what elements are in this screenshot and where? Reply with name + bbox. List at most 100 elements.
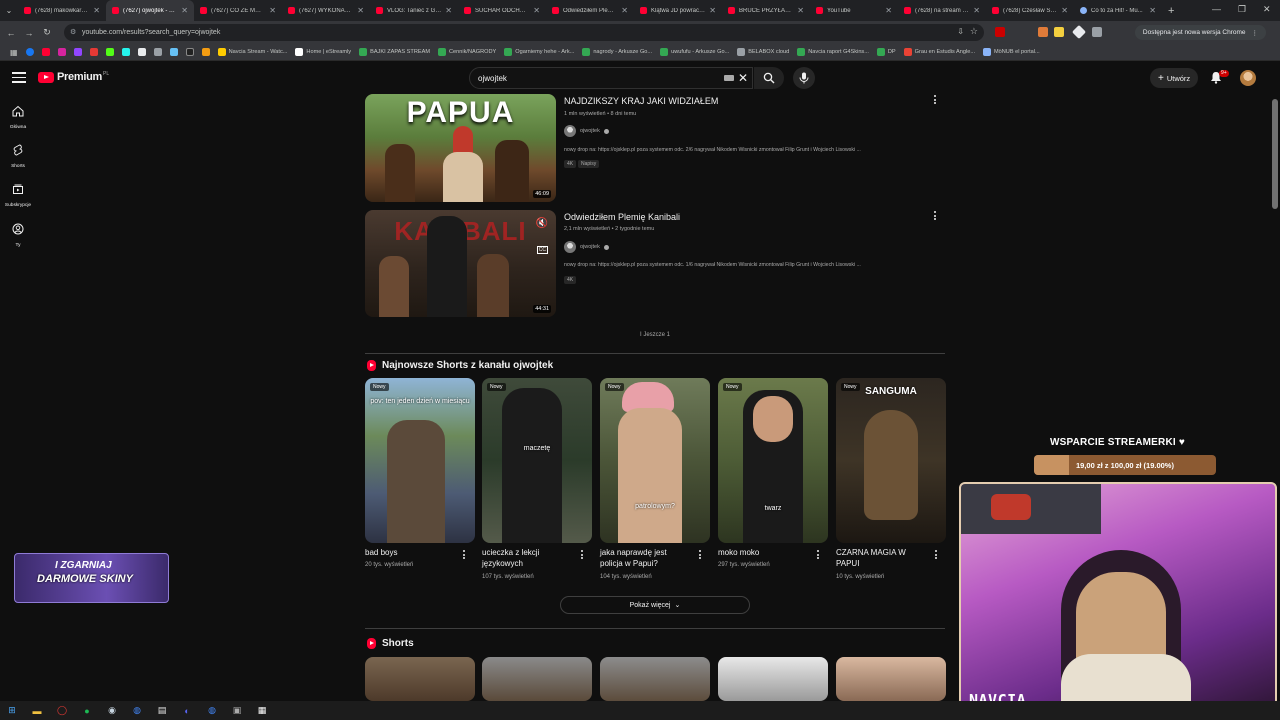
app-icon[interactable]: ▣ bbox=[231, 705, 243, 717]
search-button[interactable] bbox=[754, 67, 784, 89]
short-title[interactable]: bad boys bbox=[365, 547, 455, 558]
back-button[interactable]: ← bbox=[4, 28, 18, 38]
short-more-actions-icon[interactable] bbox=[698, 550, 702, 560]
bookmark-orange-icon[interactable] bbox=[198, 48, 214, 56]
tab-close-icon[interactable]: ✕ bbox=[445, 6, 452, 15]
file-explorer-icon[interactable]: ▬ bbox=[31, 705, 43, 717]
browser-tab[interactable]: (7628) Czesław Spi... ✕ bbox=[986, 0, 1074, 21]
maximize-button[interactable]: ❐ bbox=[1238, 4, 1246, 15]
bookmark-item[interactable]: BAJKI ZAPAS STREAM bbox=[355, 48, 434, 56]
browser-tab[interactable]: (7627) ojwojtek - Yo... ✕ bbox=[106, 0, 194, 21]
short-title[interactable]: CZARNA MAGIA W PAPUI bbox=[836, 547, 926, 569]
obs-icon[interactable]: ▤ bbox=[156, 705, 168, 717]
browser-tab[interactable]: (7627) CO ZE MNA... ✕ bbox=[194, 0, 282, 21]
apps-grid-icon[interactable]: ▦ bbox=[6, 48, 22, 57]
browser-tab[interactable]: Co to za Hit! - Mu... ✕ bbox=[1074, 0, 1162, 21]
short-card[interactable] bbox=[718, 657, 828, 701]
browser-tab[interactable]: SUCHAR ODCHOD... ✕ bbox=[458, 0, 546, 21]
bookmark-item[interactable]: uwufufu - Arkusze Go... bbox=[656, 48, 733, 56]
short-more-actions-icon[interactable] bbox=[816, 550, 820, 560]
video-thumbnail[interactable]: KANIBALI 🔇 CC 44:31 bbox=[365, 210, 556, 317]
chrome-update-button[interactable]: Dostępna jest nowa wersja Chrome ⋮ bbox=[1134, 25, 1266, 40]
guide-item-home[interactable]: Główna bbox=[0, 104, 36, 130]
search-input[interactable]: ojwojtek bbox=[469, 67, 753, 89]
reload-button[interactable]: ↻ bbox=[40, 27, 54, 38]
short-more-actions-icon[interactable] bbox=[462, 550, 466, 560]
show-more-button[interactable]: Pokaż więcej ⌄ bbox=[560, 596, 750, 614]
closed-captions-icon[interactable]: CC bbox=[536, 246, 548, 254]
voice-search-button[interactable] bbox=[793, 67, 815, 89]
minimize-button[interactable]: — bbox=[1212, 4, 1221, 14]
more-results-link[interactable]: I Jeszcze 1 bbox=[640, 332, 670, 338]
browser-tab[interactable]: VLOG: Taniec z Gw... ✕ bbox=[370, 0, 458, 21]
short-card[interactable]: Nowy twarz bbox=[718, 378, 828, 543]
browser-tab[interactable]: (7627) WYKONALE... ✕ bbox=[282, 0, 370, 21]
more-actions-icon[interactable] bbox=[933, 211, 937, 221]
browser-tab[interactable]: (7628) na stream -... ✕ bbox=[898, 0, 986, 21]
short-title[interactable]: ucieczka z lekcji językowych bbox=[482, 547, 572, 569]
close-window-button[interactable]: ✕ bbox=[1263, 4, 1271, 15]
browser-tab[interactable]: YouTube ✕ bbox=[810, 0, 898, 21]
tab-close-icon[interactable]: ✕ bbox=[269, 6, 276, 15]
short-card[interactable]: Nowy SANGUMA bbox=[836, 378, 946, 543]
account-avatar[interactable] bbox=[1240, 70, 1256, 86]
short-card[interactable] bbox=[482, 657, 592, 701]
extension-yellow-icon[interactable] bbox=[1054, 27, 1064, 37]
address-bar[interactable]: ⚙ youtube.com/results?search_query=ojwoj… bbox=[64, 24, 984, 41]
install-app-icon[interactable]: ⇩ bbox=[957, 27, 964, 36]
extension-pencil-icon[interactable] bbox=[1038, 27, 1048, 37]
bookmark-item[interactable]: Navcia raport G4Skins... bbox=[793, 48, 873, 56]
bookmark-steam-icon[interactable] bbox=[166, 48, 182, 56]
guide-item-you[interactable]: Ty bbox=[0, 222, 36, 248]
tab-search-icon[interactable]: ⌄ bbox=[0, 6, 18, 15]
tab-close-icon[interactable]: ✕ bbox=[93, 6, 100, 15]
site-info-icon[interactable]: ⚙ bbox=[70, 28, 76, 36]
short-title[interactable]: jaka naprawdę jest policja w Papui? bbox=[600, 547, 690, 569]
short-card[interactable]: Nowy pov: ten jeden dzień w miesiącu bbox=[365, 378, 475, 543]
tab-close-icon[interactable]: ✕ bbox=[797, 6, 804, 15]
tab-close-icon[interactable]: ✕ bbox=[1149, 6, 1156, 15]
short-card[interactable] bbox=[365, 657, 475, 701]
keyboard-icon[interactable] bbox=[724, 75, 734, 81]
short-card[interactable]: Nowy patrolowym? bbox=[600, 378, 710, 543]
bookmark-facebook-icon[interactable] bbox=[22, 48, 38, 56]
bookmark-download-icon[interactable] bbox=[150, 48, 166, 56]
page-scrollbar[interactable] bbox=[1272, 99, 1278, 209]
spotify-icon[interactable]: ● bbox=[81, 705, 93, 717]
bookmark-twitch-icon[interactable] bbox=[70, 48, 86, 56]
bookmark-star-icon[interactable]: ☆ bbox=[970, 26, 978, 37]
browser-tab[interactable]: Klątwa JD powraca... ✕ bbox=[634, 0, 722, 21]
bookmark-item[interactable]: DP bbox=[873, 48, 900, 56]
clear-search-icon[interactable]: ✕ bbox=[738, 71, 748, 85]
bookmark-item[interactable]: Ogarniemy hehe - Ark... bbox=[500, 48, 578, 56]
tab-close-icon[interactable]: ✕ bbox=[357, 6, 364, 15]
bookmark-item[interactable]: BELABOX cloud bbox=[733, 48, 793, 56]
mute-icon[interactable]: 🔇 bbox=[536, 218, 548, 229]
video-thumbnail[interactable]: PAPUA 46:09 bbox=[365, 94, 556, 202]
short-more-actions-icon[interactable] bbox=[934, 550, 938, 560]
bookmark-item[interactable]: Cennik/NAGRODY bbox=[434, 48, 500, 56]
chrome-icon[interactable]: ◍ bbox=[131, 705, 143, 717]
create-button[interactable]: + Utwórz bbox=[1150, 68, 1199, 88]
extension-diamond-icon[interactable] bbox=[1071, 24, 1087, 40]
browser-tab[interactable]: BRUCE PRZYŁAPAN... ✕ bbox=[722, 0, 810, 21]
video-title[interactable]: NAJDZIKSZY KRAJ JAKI WIDZIAŁEM bbox=[564, 96, 718, 106]
bookmark-tiktok-icon[interactable] bbox=[118, 48, 134, 56]
bookmark-tip-icon[interactable] bbox=[182, 48, 198, 56]
video-title[interactable]: Odwiedziłem Plemię Kanibali bbox=[564, 212, 680, 222]
bookmark-item[interactable]: Grau en Estudis Angle... bbox=[900, 48, 979, 56]
opera-icon[interactable]: ◯ bbox=[56, 705, 68, 717]
tab-close-icon[interactable]: ✕ bbox=[973, 6, 980, 15]
short-title[interactable]: moko moko bbox=[718, 547, 808, 558]
extensions-puzzle-icon[interactable] bbox=[1092, 27, 1102, 37]
short-more-actions-icon[interactable] bbox=[580, 550, 584, 560]
short-card[interactable]: Nowy maczetę bbox=[482, 378, 592, 543]
forward-button[interactable]: → bbox=[22, 28, 36, 38]
tab-close-icon[interactable]: ✕ bbox=[621, 6, 628, 15]
browser-tab[interactable]: (7628) makowkarna... ✕ bbox=[18, 0, 106, 21]
browser-tab[interactable]: Odwiedziłem Plemi... ✕ bbox=[546, 0, 634, 21]
bookmark-x-icon[interactable] bbox=[134, 48, 150, 56]
youtube-premium-logo[interactable]: Premium PL bbox=[38, 71, 109, 83]
bookmark-item[interactable]: Home | eStreamly bbox=[291, 48, 355, 56]
tab-close-icon[interactable]: ✕ bbox=[709, 6, 716, 15]
